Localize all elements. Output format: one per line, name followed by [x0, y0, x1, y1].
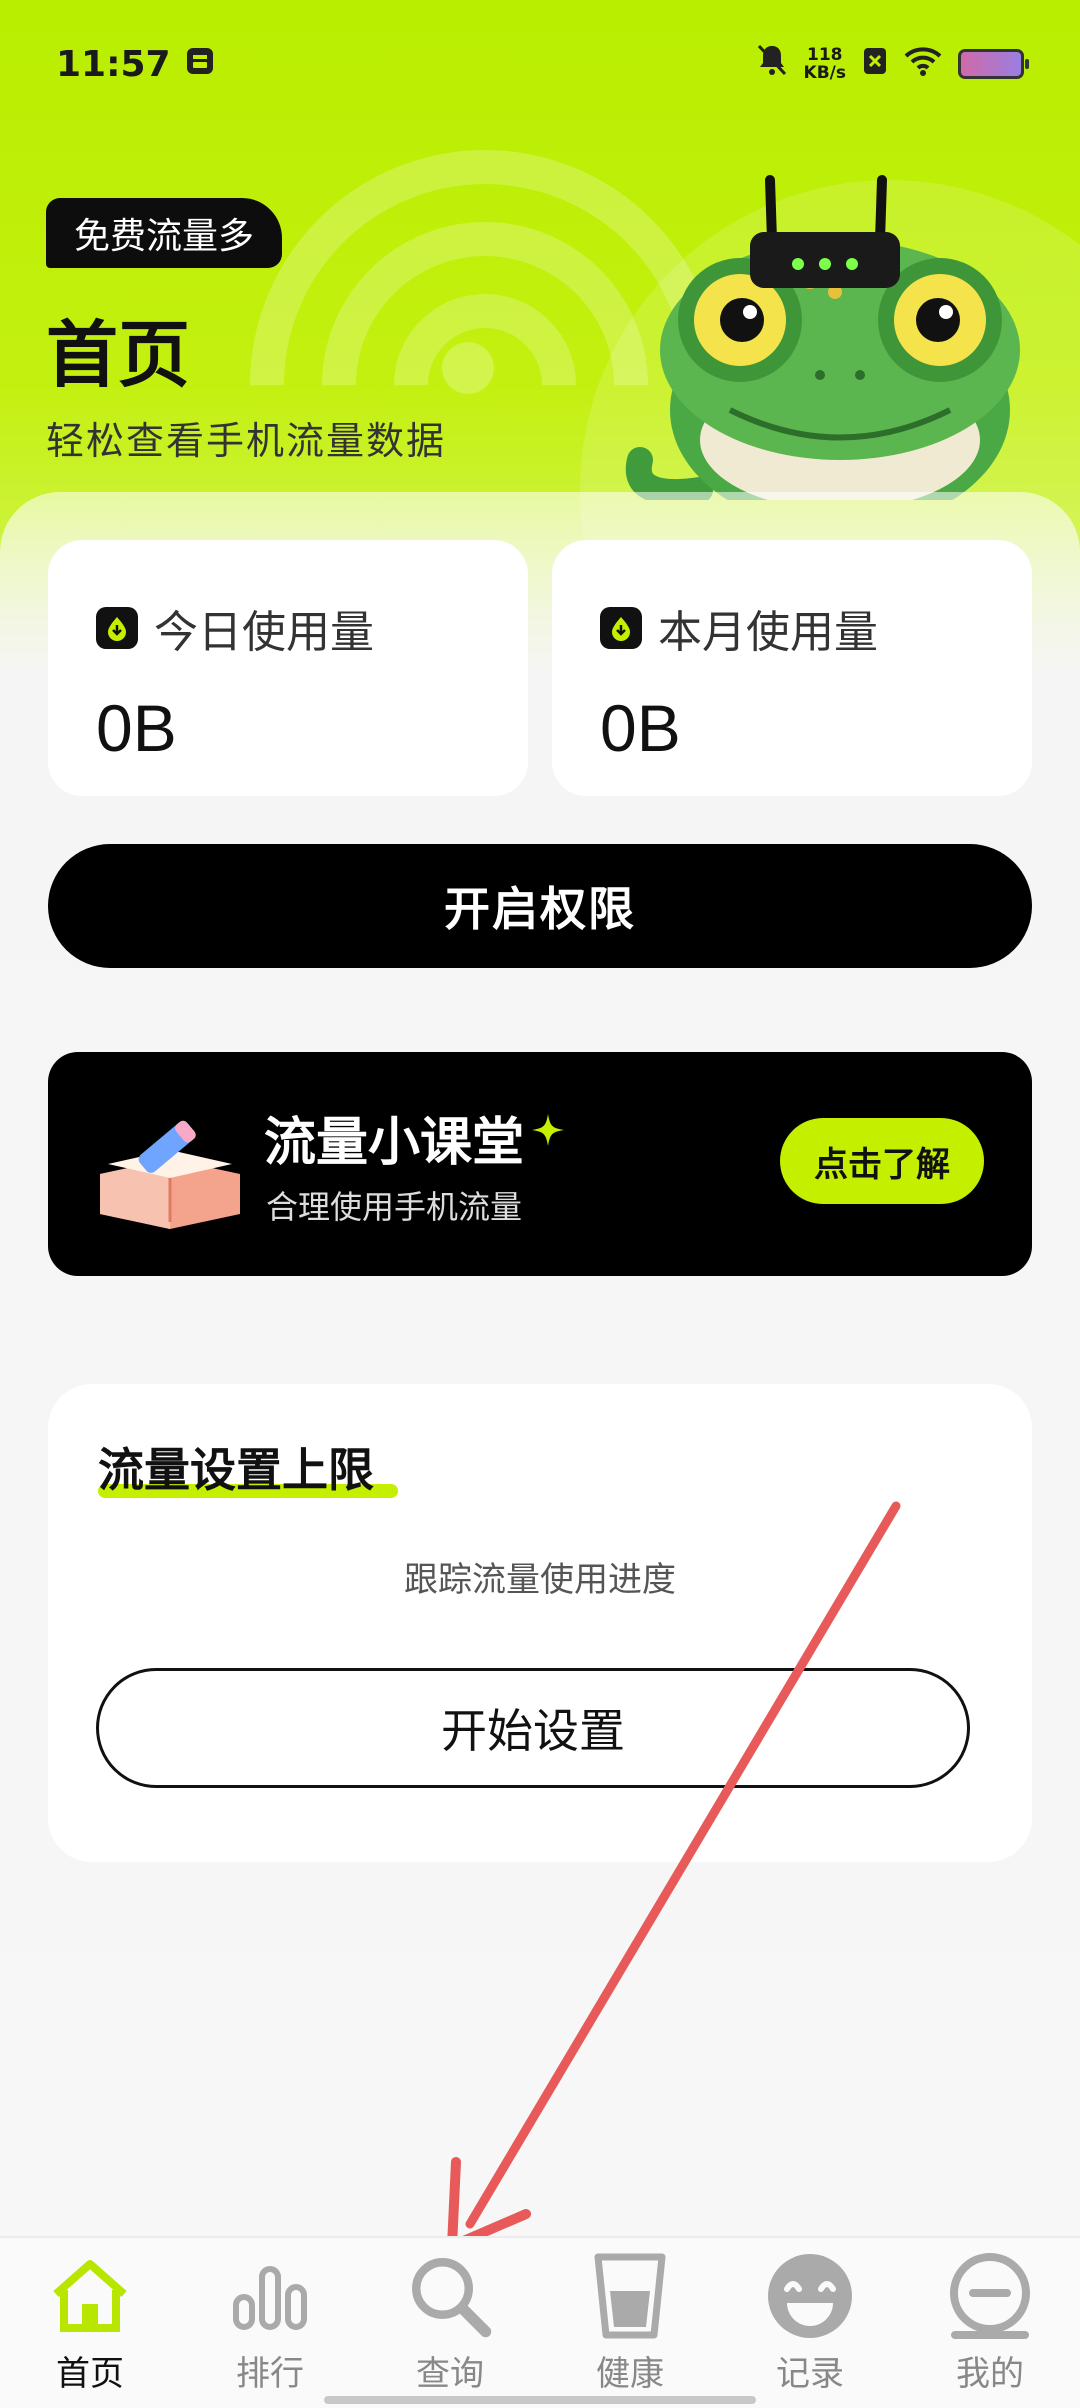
nav-label-health: 健康: [596, 2354, 664, 2394]
frog-mascot-illustration: [625, 175, 1020, 500]
cup-icon: [585, 2248, 675, 2344]
status-time-group: 11:57: [56, 44, 215, 85]
today-usage-card[interactable]: 今日使用量 0B: [48, 540, 528, 796]
no-sim-icon: [862, 44, 888, 85]
today-usage-header: 今日使用量: [96, 596, 528, 660]
month-usage-card[interactable]: 本月使用量 0B: [552, 540, 1032, 796]
mute-bell-icon: [756, 43, 788, 86]
nav-label-search: 查询: [416, 2354, 484, 2394]
nav-label-mine: 我的: [956, 2354, 1024, 2394]
month-usage-value: 0B: [600, 691, 681, 765]
status-right-group: 118 KB/s: [756, 43, 1029, 86]
nav-item-search[interactable]: 查询: [360, 2238, 540, 2408]
nav-label-home: 首页: [56, 2354, 124, 2394]
enable-permission-button[interactable]: 开启权限: [48, 844, 1032, 968]
page-subtitle: 轻松查看手机流量数据: [46, 419, 447, 463]
home-icon: [45, 2248, 135, 2344]
data-drop-icon: [600, 607, 642, 649]
nav-label-record: 记录: [776, 2354, 844, 2394]
nav-item-record[interactable]: 记录: [720, 2238, 900, 2408]
classroom-description: 合理使用手机流量: [266, 1188, 523, 1226]
month-usage-header: 本月使用量: [600, 596, 1032, 660]
nav-item-home[interactable]: 首页: [0, 2238, 180, 2408]
page-title: 首页: [46, 313, 191, 397]
month-usage-label: 本月使用量: [658, 607, 878, 658]
nav-label-rank: 排行: [236, 2354, 304, 2394]
classroom-title: 流量小课堂: [264, 1113, 525, 1173]
smile-icon: [765, 2248, 855, 2344]
wifi-decor-dot: [442, 342, 494, 394]
net-speed-value: 118: [807, 45, 843, 65]
profile-icon: [945, 2248, 1035, 2344]
search-icon: [405, 2248, 495, 2344]
data-drop-icon: [96, 607, 138, 649]
bottom-navigation: 首页 排行 查询 健康 记录 我的: [0, 2236, 1080, 2408]
start-setup-button[interactable]: 开始设置: [96, 1668, 970, 1788]
status-bar: 11:57 118 KB/s: [0, 0, 1080, 128]
net-speed: 118 KB/s: [804, 46, 846, 82]
data-classroom-banner[interactable]: 流量小课堂 合理使用手机流量 点击了解: [48, 1052, 1032, 1276]
rank-icon: [225, 2248, 315, 2344]
nav-item-mine[interactable]: 我的: [900, 2238, 1080, 2408]
battery-icon: [958, 49, 1029, 79]
sparkle-icon: [532, 1114, 564, 1146]
wifi-icon: [904, 44, 942, 85]
home-indicator[interactable]: [324, 2396, 756, 2404]
data-limit-card: 流量设置上限 跟踪流量使用进度 开始设置: [48, 1384, 1032, 1862]
app-notification-icon: [185, 44, 215, 85]
status-time: 11:57: [56, 43, 171, 85]
free-data-tag: 免费流量多: [46, 198, 282, 268]
book-pencil-icon: [100, 1120, 240, 1229]
net-speed-unit: KB/s: [803, 63, 846, 83]
limit-card-hint: 跟踪流量使用进度: [404, 1560, 676, 1600]
today-usage-value: 0B: [96, 691, 177, 765]
nav-item-health[interactable]: 健康: [540, 2238, 720, 2408]
today-usage-label: 今日使用量: [154, 607, 374, 658]
limit-card-title: 流量设置上限: [98, 1443, 374, 1497]
learn-more-button[interactable]: 点击了解: [780, 1118, 984, 1204]
nav-item-rank[interactable]: 排行: [180, 2238, 360, 2408]
